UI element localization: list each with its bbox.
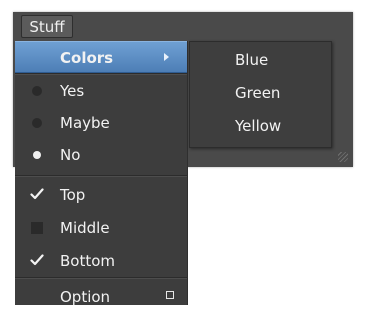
menu-item-label: Colors: [60, 49, 114, 67]
submenu-item-blue[interactable]: Blue: [190, 44, 331, 77]
menu-item-colors[interactable]: Colors: [15, 41, 187, 73]
menu-item-top[interactable]: Top: [15, 179, 187, 211]
submenu-item-label: Blue: [235, 51, 269, 69]
menubar-stuff[interactable]: Stuff: [21, 15, 73, 38]
submenu-item-label: Yellow: [235, 117, 282, 135]
checkmark-icon: [30, 254, 44, 266]
menu-item-yes[interactable]: Yes: [15, 75, 187, 107]
menu-item-label: Bottom: [60, 252, 116, 270]
resize-grip-icon[interactable]: [338, 152, 348, 162]
radio-unselected-icon: [32, 86, 42, 96]
checkmark-icon: [30, 188, 44, 200]
menu-item-middle[interactable]: Middle: [15, 212, 187, 244]
menu-item-label: Maybe: [60, 114, 110, 132]
menu-item-maybe[interactable]: Maybe: [15, 107, 187, 139]
checkbox-empty-icon: [31, 222, 43, 234]
option-box-icon: [166, 291, 174, 299]
colors-submenu: Blue Green Yellow: [189, 41, 332, 148]
menu-item-label: Middle: [60, 219, 110, 237]
menu-separator: [15, 277, 187, 279]
menu-item-label: Top: [60, 186, 86, 204]
menu-item-label: Yes: [60, 82, 85, 100]
menu-item-label: No: [60, 146, 81, 164]
menu-item-bottom[interactable]: Bottom: [15, 245, 187, 277]
radio-selected-icon: [33, 151, 41, 159]
menu-separator: [15, 175, 187, 177]
dropdown-menu: Colors Yes Maybe No Top Middle Bottom Op…: [15, 41, 188, 306]
menu-item-no[interactable]: No: [15, 139, 187, 171]
submenu-item-green[interactable]: Green: [190, 77, 331, 110]
menu-item-option[interactable]: Option: [15, 281, 187, 313]
submenu-item-label: Green: [235, 84, 281, 102]
submenu-item-yellow[interactable]: Yellow: [190, 110, 331, 143]
chevron-right-icon: [164, 53, 169, 61]
radio-unselected-icon: [32, 118, 42, 128]
menu-item-label: Option: [60, 288, 111, 306]
